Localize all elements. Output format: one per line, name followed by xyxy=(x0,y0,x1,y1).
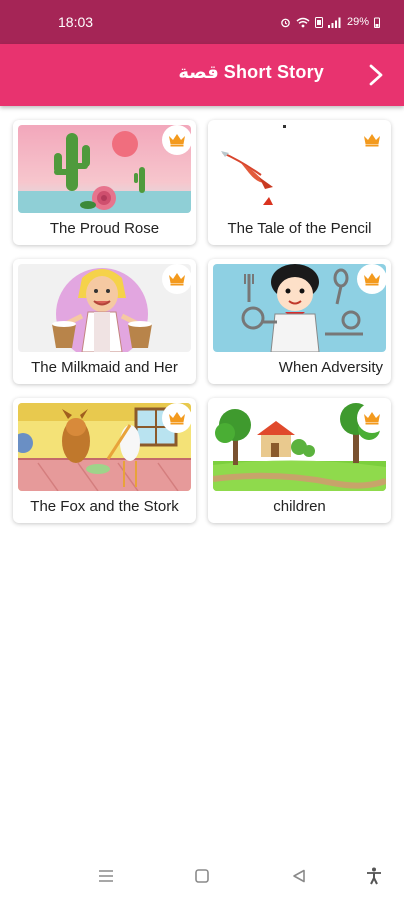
premium-badge xyxy=(162,403,192,433)
status-bar: 18:03 29% xyxy=(0,0,404,44)
battery-percent: 29% xyxy=(346,16,369,28)
app-bar: قصة Short Story xyxy=(0,44,404,106)
story-card[interactable]: The Proud Rose xyxy=(13,120,196,245)
story-title: When Adversity xyxy=(278,359,383,376)
battery-icon xyxy=(374,17,380,28)
crown-icon xyxy=(169,412,185,425)
story-title: The Proud Rose xyxy=(49,220,160,237)
crown-icon xyxy=(364,273,380,286)
back-button[interactable] xyxy=(362,61,390,89)
recents-button[interactable] xyxy=(94,864,118,888)
premium-badge xyxy=(357,264,387,294)
crown-icon xyxy=(364,134,380,147)
story-title: children xyxy=(273,498,326,515)
premium-badge xyxy=(357,403,387,433)
chevron-right-icon xyxy=(369,64,383,86)
system-nav-bar xyxy=(0,860,404,892)
premium-badge xyxy=(162,264,192,294)
home-square-icon xyxy=(195,869,209,883)
story-grid: The Proud Rose The Tale of the Pencil Th… xyxy=(13,120,393,523)
crown-icon xyxy=(169,273,185,286)
story-title: The Fox and the Stork xyxy=(30,498,179,515)
premium-badge xyxy=(357,125,387,155)
story-title: The Milkmaid and Her xyxy=(31,359,178,376)
status-icons: 29% xyxy=(280,16,380,28)
menu-icon xyxy=(99,870,113,882)
alarm-icon xyxy=(281,18,290,27)
wifi-icon xyxy=(296,17,310,27)
back-nav-button[interactable] xyxy=(287,864,311,888)
story-title: The Tale of the Pencil xyxy=(227,220,372,237)
accessibility-icon xyxy=(367,867,381,885)
story-card[interactable]: The Tale of the Pencil xyxy=(208,120,391,245)
story-card[interactable]: The Fox and the Stork xyxy=(13,398,196,523)
crown-icon xyxy=(169,134,185,147)
page-title: قصة Short Story xyxy=(178,62,324,82)
home-button[interactable] xyxy=(190,864,214,888)
status-time: 18:03 xyxy=(58,14,94,30)
crown-icon xyxy=(364,412,380,425)
back-triangle-icon xyxy=(293,869,305,883)
signal-icon xyxy=(327,17,341,28)
accessibility-button[interactable] xyxy=(362,864,386,888)
story-card[interactable]: The Milkmaid and Her xyxy=(13,259,196,384)
story-card[interactable]: When Adversity xyxy=(208,259,391,384)
premium-badge xyxy=(162,125,192,155)
vpn-icon xyxy=(314,16,323,28)
story-card[interactable]: children xyxy=(208,398,391,523)
